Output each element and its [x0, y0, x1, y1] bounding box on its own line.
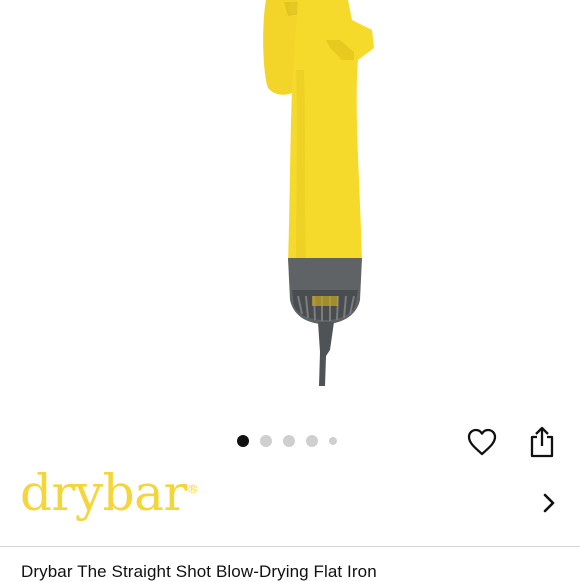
heart-icon [467, 428, 497, 456]
pagination-dot[interactable] [260, 435, 272, 447]
brand-logo-text: drybar [20, 464, 187, 522]
pagination-dot[interactable] [283, 435, 295, 447]
pagination-dot[interactable] [329, 437, 337, 445]
product-image-gallery[interactable] [0, 0, 580, 420]
pagination-dot[interactable] [237, 435, 249, 447]
pagination-dot[interactable] [306, 435, 318, 447]
share-button[interactable] [527, 425, 557, 459]
favorite-button[interactable] [466, 426, 498, 458]
brand-store-link[interactable]: drybar® [0, 464, 580, 547]
share-icon [530, 426, 554, 458]
image-pagination-dots[interactable] [237, 435, 337, 447]
product-image [263, 0, 374, 386]
registered-mark: ® [186, 482, 199, 496]
brand-logo: drybar® [20, 464, 199, 522]
product-title[interactable]: Drybar The Straight Shot Blow-Drying Fla… [21, 562, 377, 582]
chevron-right-icon [543, 493, 555, 513]
